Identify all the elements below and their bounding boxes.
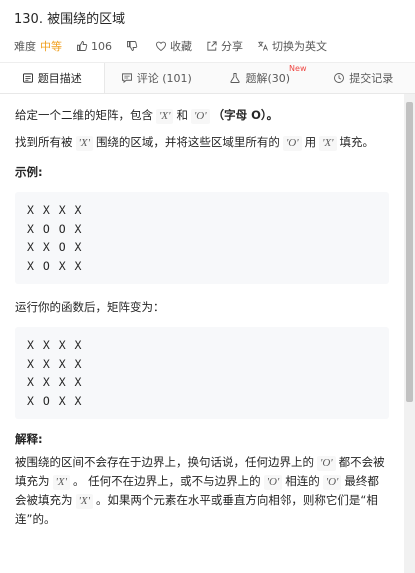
difficulty-badge: 中等 (40, 40, 62, 53)
explanation-paragraph: 被围绕的区间不会存在于边界上，换句话说，任何边界上的 'O' 都不会被填充为 'X'。… (15, 453, 389, 529)
text: 被围绕的区间不会存在于边界上，换句话说，任何边界上的 (15, 455, 314, 469)
flask-icon (230, 73, 241, 83)
share-icon (207, 41, 217, 51)
text: 相连的 (285, 474, 320, 488)
inline-code: 'O' (317, 456, 336, 471)
content-scrollbar[interactable] (404, 94, 415, 573)
text: 。 任何不在边界上，或不与边界上的 (72, 474, 261, 488)
problem-header: 130. 被围绕的区域 难度 中等 106 收藏 分享 切换为英文 (0, 0, 415, 66)
example-input-block: X X X X X O O X X X O X X O X X (15, 192, 389, 284)
inline-code: 'X' (75, 494, 93, 509)
example-heading: 示例: (15, 165, 43, 179)
like-count: 106 (91, 39, 112, 53)
inline-code: 'X' (156, 109, 174, 124)
problem-title: 130. 被围绕的区域 (14, 12, 126, 27)
switch-language-label: 切换为英文 (272, 40, 327, 53)
matrix-row: X O X X (27, 258, 83, 273)
problem-meta-bar: 难度 中等 106 收藏 分享 切换为英文 (14, 35, 401, 57)
tab-comments[interactable]: 评论 (101) (105, 63, 209, 93)
scrollbar-thumb[interactable] (406, 102, 413, 402)
share-label: 分享 (221, 40, 243, 53)
explanation-heading: 解释: (15, 432, 43, 446)
favorite-label: 收藏 (170, 40, 192, 53)
matrix-row: X O O X (27, 221, 83, 236)
matrix-row: X O X X (27, 393, 83, 408)
problem-description: 给定一个二维的矩阵，包含 'X' 和 'O' （字母 O）。 找到所有被 'X' 围绕的区域… (0, 94, 404, 573)
thumbs-down-icon (127, 41, 138, 51)
description-paragraph-1: 给定一个二维的矩阵，包含 'X' 和 'O' （字母 O）。 (15, 106, 389, 125)
favorite-button[interactable]: 收藏 (155, 38, 192, 54)
difficulty-label: 难度 (14, 40, 36, 53)
heart-icon (156, 41, 166, 52)
after-run-text: 运行你的函数后，矩阵变为： (15, 300, 165, 314)
text: 和 (176, 108, 188, 122)
switch-language-button[interactable]: 切换为英文 (257, 38, 327, 54)
comment-icon (121, 73, 132, 84)
share-button[interactable]: 分享 (206, 38, 243, 54)
tab-solutions-label: 题解(30) (245, 72, 291, 85)
inline-code: 'O' (190, 109, 210, 124)
thumbs-up-icon (77, 41, 88, 51)
dislike-button[interactable] (126, 40, 141, 52)
inline-code: 'X' (319, 136, 337, 151)
text: 用 (304, 135, 317, 149)
clock-icon (334, 73, 345, 83)
like-button[interactable]: 106 (76, 40, 112, 53)
document-icon (22, 73, 33, 83)
tab-comments-label: 评论 (101) (136, 72, 192, 85)
text: 给定一个二维的矩阵，包含 (15, 108, 153, 122)
example-output-block: X X X X X X X X X X X X X O X X (15, 327, 389, 419)
tab-solutions[interactable]: 题解(30) New (208, 63, 312, 93)
description-paragraph-2: 找到所有被 'X' 围绕的区域，并将这些区域里所有的 'O' 用 'X' 填充。 (15, 133, 389, 152)
inline-code: 'O' (322, 475, 342, 490)
matrix-row: X X O X (27, 240, 83, 254)
new-badge: New (289, 64, 307, 73)
problem-tabs: 题目描述 评论 (101) 题解(30) New 提交记录 (0, 62, 415, 94)
matrix-row: X X X X (27, 203, 83, 217)
translate-icon (258, 41, 268, 51)
matrix-row: X X X X (27, 375, 83, 389)
inline-code: 'X' (52, 475, 70, 490)
matrix-row: X X X X (27, 356, 83, 371)
inline-code: 'X' (75, 136, 93, 151)
matrix-row: X X X X (27, 338, 83, 352)
inline-code: 'O' (282, 136, 302, 151)
text: 围绕的区域，并将这些区域里所有的 (95, 135, 280, 149)
tab-description-label: 题目描述 (37, 72, 82, 85)
tab-description[interactable]: 题目描述 (0, 63, 105, 93)
text: 找到所有被 (15, 135, 73, 149)
tab-submissions-label: 提交记录 (349, 72, 394, 85)
inline-code: 'O' (263, 475, 283, 490)
tab-submissions[interactable]: 提交记录 (312, 63, 415, 93)
text: （字母 O）。 (212, 108, 279, 122)
text: 填充。 (339, 135, 375, 149)
